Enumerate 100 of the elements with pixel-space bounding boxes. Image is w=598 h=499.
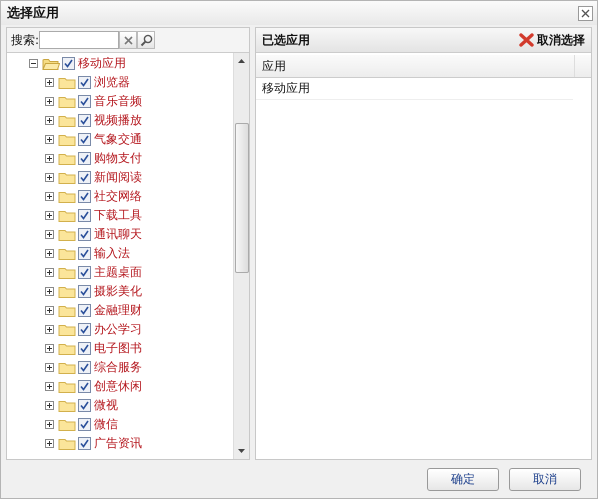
checkbox[interactable] bbox=[78, 437, 91, 450]
checkbox[interactable] bbox=[78, 399, 91, 412]
search-label: 搜索: bbox=[11, 32, 40, 48]
checkbox[interactable] bbox=[78, 209, 91, 222]
tree-item[interactable]: 购物支付 bbox=[94, 150, 142, 167]
checkbox[interactable] bbox=[78, 171, 91, 184]
expand-icon[interactable] bbox=[45, 268, 54, 277]
expand-icon[interactable] bbox=[45, 420, 54, 429]
checkbox[interactable] bbox=[78, 114, 91, 127]
folder-icon bbox=[58, 228, 76, 242]
expand-icon[interactable] bbox=[45, 439, 54, 448]
folder-icon bbox=[58, 170, 76, 184]
panel-title: 已选应用 bbox=[262, 32, 310, 48]
expand-icon[interactable] bbox=[45, 211, 54, 220]
checkbox[interactable] bbox=[78, 342, 91, 355]
expand-icon[interactable] bbox=[45, 344, 54, 353]
folder-icon bbox=[58, 380, 76, 394]
tree-item[interactable]: 新闻阅读 bbox=[94, 169, 142, 186]
expand-icon[interactable] bbox=[45, 230, 54, 239]
tree-item[interactable]: 音乐音频 bbox=[94, 93, 142, 110]
checkbox[interactable] bbox=[78, 190, 91, 203]
folder-icon bbox=[58, 284, 76, 298]
folder-icon bbox=[58, 360, 76, 374]
table-cell: 移动应用 bbox=[256, 78, 573, 100]
tree-item[interactable]: 电子图书 bbox=[94, 340, 142, 357]
tree-item[interactable]: 办公学习 bbox=[94, 321, 142, 338]
folder-icon bbox=[58, 94, 76, 108]
close-icon bbox=[581, 8, 590, 18]
folder-icon bbox=[58, 152, 76, 166]
expand-icon[interactable] bbox=[45, 154, 54, 163]
tree-item[interactable]: 摄影美化 bbox=[94, 283, 142, 300]
expand-icon[interactable] bbox=[45, 287, 54, 296]
checkbox[interactable] bbox=[78, 152, 91, 165]
folder-icon bbox=[58, 342, 76, 356]
expand-icon[interactable] bbox=[45, 135, 54, 144]
folder-icon bbox=[58, 190, 76, 204]
checkbox[interactable] bbox=[78, 266, 91, 279]
tree-item[interactable]: 社交网络 bbox=[94, 188, 142, 205]
folder-icon bbox=[58, 246, 76, 260]
tree-item[interactable]: 下载工具 bbox=[94, 207, 142, 224]
folder-icon bbox=[58, 114, 76, 128]
checkbox[interactable] bbox=[78, 380, 91, 393]
folder-icon bbox=[58, 418, 76, 432]
expand-icon[interactable] bbox=[45, 78, 54, 87]
tree-item[interactable]: 金融理财 bbox=[94, 302, 142, 319]
tree-item[interactable]: 通讯聊天 bbox=[94, 226, 142, 243]
checkbox[interactable] bbox=[78, 76, 91, 89]
folder-icon bbox=[58, 304, 76, 318]
checkbox[interactable] bbox=[78, 304, 91, 317]
ok-button[interactable]: 确定 bbox=[427, 468, 499, 490]
tree-item[interactable]: 综合服务 bbox=[94, 359, 142, 376]
folder-icon bbox=[58, 208, 76, 222]
tree-item[interactable]: 主题桌面 bbox=[94, 264, 142, 281]
folder-icon bbox=[58, 76, 76, 90]
expand-icon[interactable] bbox=[45, 192, 54, 201]
checkbox[interactable] bbox=[78, 323, 91, 336]
checkbox[interactable] bbox=[78, 228, 91, 241]
tree-item[interactable]: 微信 bbox=[94, 416, 118, 433]
tree-item[interactable]: 微视 bbox=[94, 397, 118, 414]
tree-item[interactable]: 移动应用 bbox=[78, 55, 126, 72]
expand-icon[interactable] bbox=[45, 306, 54, 315]
scroll-down-icon[interactable] bbox=[238, 449, 245, 453]
checkbox[interactable] bbox=[78, 133, 91, 146]
checkbox[interactable] bbox=[62, 57, 75, 70]
expand-icon[interactable] bbox=[45, 173, 54, 182]
expand-icon[interactable] bbox=[45, 401, 54, 410]
clear-selection-button[interactable]: 取消选择 bbox=[519, 32, 585, 48]
search-field[interactable] bbox=[39, 31, 120, 49]
tree-item[interactable]: 气象交通 bbox=[94, 131, 142, 148]
checkbox[interactable] bbox=[78, 247, 91, 260]
search-button[interactable] bbox=[137, 31, 156, 49]
cancel-button[interactable]: 取消 bbox=[509, 468, 581, 490]
expand-icon[interactable] bbox=[45, 249, 54, 258]
collapse-icon[interactable] bbox=[29, 59, 38, 68]
folder-icon bbox=[58, 398, 76, 412]
expand-icon[interactable] bbox=[45, 325, 54, 334]
checkbox[interactable] bbox=[78, 418, 91, 431]
folder-icon bbox=[58, 322, 76, 336]
expand-icon[interactable] bbox=[45, 382, 54, 391]
tree-item[interactable]: 输入法 bbox=[94, 245, 130, 262]
scrollbar[interactable] bbox=[233, 53, 249, 459]
cross-icon bbox=[519, 33, 534, 47]
checkbox[interactable] bbox=[78, 95, 91, 108]
checkbox[interactable] bbox=[78, 361, 91, 374]
tree-item[interactable]: 创意休闲 bbox=[94, 378, 142, 395]
expand-icon[interactable] bbox=[45, 97, 54, 106]
folder-icon bbox=[58, 266, 76, 280]
tree-item[interactable]: 视频播放 bbox=[94, 112, 142, 129]
scrollbar-thumb[interactable] bbox=[234, 123, 248, 273]
clear-search-button[interactable] bbox=[119, 31, 138, 49]
tree-item[interactable]: 广告资讯 bbox=[94, 435, 142, 452]
checkbox[interactable] bbox=[78, 285, 91, 298]
folder-icon bbox=[42, 56, 60, 70]
close-button[interactable] bbox=[578, 6, 593, 20]
expand-icon[interactable] bbox=[45, 363, 54, 372]
clear-icon bbox=[124, 36, 133, 44]
scroll-up-icon[interactable] bbox=[238, 59, 245, 63]
expand-icon[interactable] bbox=[45, 116, 54, 125]
tree-item[interactable]: 浏览器 bbox=[94, 74, 130, 91]
search-icon bbox=[140, 34, 153, 46]
